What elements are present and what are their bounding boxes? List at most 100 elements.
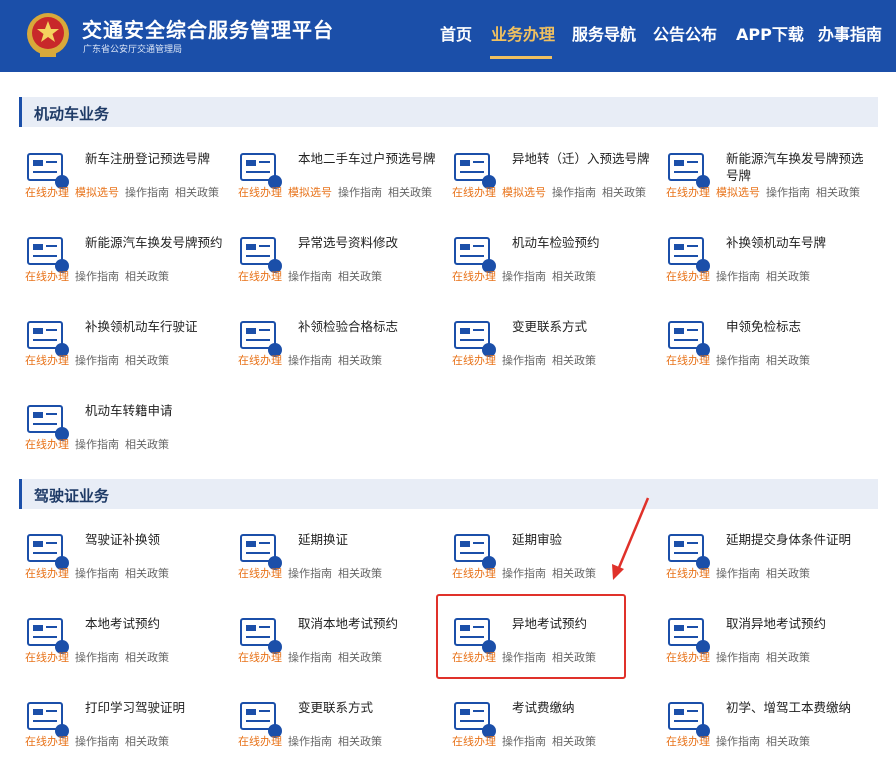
nav-business[interactable]: 业务办理 (491, 21, 555, 45)
service-link[interactable]: 操作指南 (338, 186, 382, 199)
nav-service-guide[interactable]: 服务导航 (572, 21, 636, 45)
service-name[interactable]: 补换领机动车号牌 (726, 234, 866, 251)
service-item[interactable]: 异地转（迁）入预选号牌 在线办理 模拟选号 操作指南 相关政策 (446, 148, 658, 218)
service-link[interactable]: 相关政策 (125, 270, 169, 283)
service-name[interactable]: 机动车检验预约 (512, 234, 652, 251)
service-link[interactable]: 操作指南 (716, 651, 760, 664)
service-link[interactable]: 在线办理 (25, 270, 69, 283)
service-item[interactable]: 新能源汽车换发号牌预选号牌 在线办理 模拟选号 操作指南 相关政策 (660, 148, 872, 218)
service-link[interactable]: 相关政策 (552, 735, 596, 748)
nav-handling-guide[interactable]: 办事指南 (818, 21, 882, 45)
service-link[interactable]: 操作指南 (75, 438, 119, 451)
service-link[interactable]: 相关政策 (552, 567, 596, 580)
service-link[interactable]: 在线办理 (452, 354, 496, 367)
service-name[interactable]: 驾驶证补换领 (85, 531, 225, 548)
service-link[interactable]: 相关政策 (388, 186, 432, 199)
service-link[interactable]: 在线办理 (452, 735, 496, 748)
service-link[interactable]: 在线办理 (25, 735, 69, 748)
service-link[interactable]: 在线办理 (666, 270, 710, 283)
service-item[interactable]: 变更联系方式在线办理 操作指南 相关政策 (232, 697, 444, 767)
service-item[interactable]: 本地考试预约 在线办理 操作指南 相关政策 (19, 613, 231, 683)
service-link[interactable]: 操作指南 (288, 651, 332, 664)
service-link[interactable]: 相关政策 (338, 354, 382, 367)
service-name[interactable]: 新车注册登记预选号牌 (85, 150, 225, 167)
service-link[interactable]: 操作指南 (502, 354, 546, 367)
service-link[interactable]: 在线办理 (238, 567, 282, 580)
service-link[interactable]: 在线办理 (238, 270, 282, 283)
service-link[interactable]: 在线办理 (452, 567, 496, 580)
service-name[interactable]: 取消本地考试预约 (298, 615, 438, 632)
service-link[interactable]: 相关政策 (552, 270, 596, 283)
service-link[interactable]: 在线办理 (238, 735, 282, 748)
service-item[interactable]: 新车注册登记预选号牌 在线办理 模拟选号 操作指南 相关政策 (19, 148, 231, 218)
service-link[interactable]: 操作指南 (766, 186, 810, 199)
service-name[interactable]: 本地考试预约 (85, 615, 225, 632)
service-link[interactable]: 操作指南 (288, 567, 332, 580)
service-link[interactable]: 模拟选号 (716, 186, 760, 199)
service-link[interactable]: 操作指南 (502, 567, 546, 580)
service-name[interactable]: 机动车转籍申请 (85, 402, 225, 419)
service-link[interactable]: 操作指南 (75, 567, 119, 580)
service-link[interactable]: 相关政策 (338, 735, 382, 748)
service-name[interactable]: 变更联系方式 (298, 699, 438, 716)
service-link[interactable]: 相关政策 (766, 354, 810, 367)
service-link[interactable]: 操作指南 (75, 651, 119, 664)
service-item[interactable]: 考试费缴纳 在线办理 操作指南 相关政策 (446, 697, 658, 767)
service-link[interactable]: 相关政策 (766, 567, 810, 580)
service-link[interactable]: 模拟选号 (288, 186, 332, 199)
service-link[interactable]: 相关政策 (338, 651, 382, 664)
service-link[interactable]: 操作指南 (716, 735, 760, 748)
service-name[interactable]: 补换领机动车行驶证 (85, 318, 225, 335)
service-item[interactable]: 打印学习驾驶证明 在线办理 操作指南 相关政策 (19, 697, 231, 767)
service-link[interactable]: 相关政策 (125, 438, 169, 451)
service-item[interactable]: 补换领机动车号牌在线办理 操作指南 相关政策 (660, 232, 872, 302)
service-link[interactable]: 操作指南 (502, 735, 546, 748)
service-name[interactable]: 补领检验合格标志 (298, 318, 438, 335)
service-link[interactable]: 操作指南 (502, 270, 546, 283)
service-item[interactable]: 取消异地考试预约 在线办理 操作指南 相关政策 (660, 613, 872, 683)
service-link[interactable]: 相关政策 (766, 651, 810, 664)
service-link[interactable]: 在线办理 (25, 186, 69, 199)
service-item[interactable]: 取消本地考试预约在线办理 操作指南 相关政策 (232, 613, 444, 683)
service-link[interactable]: 在线办理 (25, 354, 69, 367)
service-link[interactable]: 在线办理 (666, 354, 710, 367)
nav-announcement[interactable]: 公告公布 (653, 21, 717, 45)
service-link[interactable]: 相关政策 (766, 735, 810, 748)
service-link[interactable]: 模拟选号 (502, 186, 546, 199)
service-link[interactable]: 在线办理 (238, 186, 282, 199)
service-link[interactable]: 操作指南 (716, 270, 760, 283)
service-item[interactable]: 延期提交身体条件证明 在线办理 操作指南 相关政策 (660, 529, 872, 599)
service-link[interactable]: 操作指南 (125, 186, 169, 199)
nav-app-download[interactable]: APP下载 (736, 21, 804, 45)
service-link[interactable]: 相关政策 (766, 270, 810, 283)
service-item[interactable]: 机动车转籍申请 在线办理 操作指南 相关政策 (19, 400, 231, 470)
service-link[interactable]: 在线办理 (25, 567, 69, 580)
service-link[interactable]: 相关政策 (125, 735, 169, 748)
service-item[interactable]: 延期换证 在线办理 操作指南 相关政策 (232, 529, 444, 599)
service-link[interactable]: 在线办理 (666, 735, 710, 748)
service-name[interactable]: 初学、增驾工本费缴纳 (726, 699, 866, 716)
service-item[interactable]: 补领检验合格标志 在线办理 操作指南 相关政策 (232, 316, 444, 386)
service-item[interactable]: 变更联系方式 在线办理 操作指南 相关政策 (446, 316, 658, 386)
service-name[interactable]: 异地转（迁）入预选号牌 (512, 150, 652, 167)
service-link[interactable]: 相关政策 (175, 186, 219, 199)
service-item[interactable]: 异常选号资料修改 在线办理 操作指南 相关政策 (232, 232, 444, 302)
service-link[interactable]: 在线办理 (666, 186, 710, 199)
service-item[interactable]: 机动车检验预约在线办理 操作指南 相关政策 (446, 232, 658, 302)
service-link[interactable]: 在线办理 (452, 270, 496, 283)
service-link[interactable]: 操作指南 (75, 270, 119, 283)
service-link[interactable]: 在线办理 (666, 651, 710, 664)
service-name[interactable]: 异常选号资料修改 (298, 234, 438, 251)
service-link[interactable]: 操作指南 (288, 735, 332, 748)
service-item[interactable]: 初学、增驾工本费缴纳在线办理 操作指南 相关政策 (660, 697, 872, 767)
nav-home[interactable]: 首页 (440, 21, 472, 45)
service-link[interactable]: 在线办理 (238, 651, 282, 664)
service-link[interactable]: 操作指南 (552, 186, 596, 199)
service-link[interactable]: 相关政策 (338, 567, 382, 580)
service-link[interactable]: 在线办理 (238, 354, 282, 367)
service-link[interactable]: 操作指南 (75, 354, 119, 367)
service-name[interactable]: 新能源汽车换发号牌预选号牌 (726, 150, 866, 184)
service-item[interactable]: 新能源汽车换发号牌预约 在线办理 操作指南 相关政策 (19, 232, 231, 302)
service-link[interactable]: 操作指南 (288, 270, 332, 283)
service-item[interactable]: 本地二手车过户预选号牌 在线办理 模拟选号 操作指南 相关政策 (232, 148, 444, 218)
